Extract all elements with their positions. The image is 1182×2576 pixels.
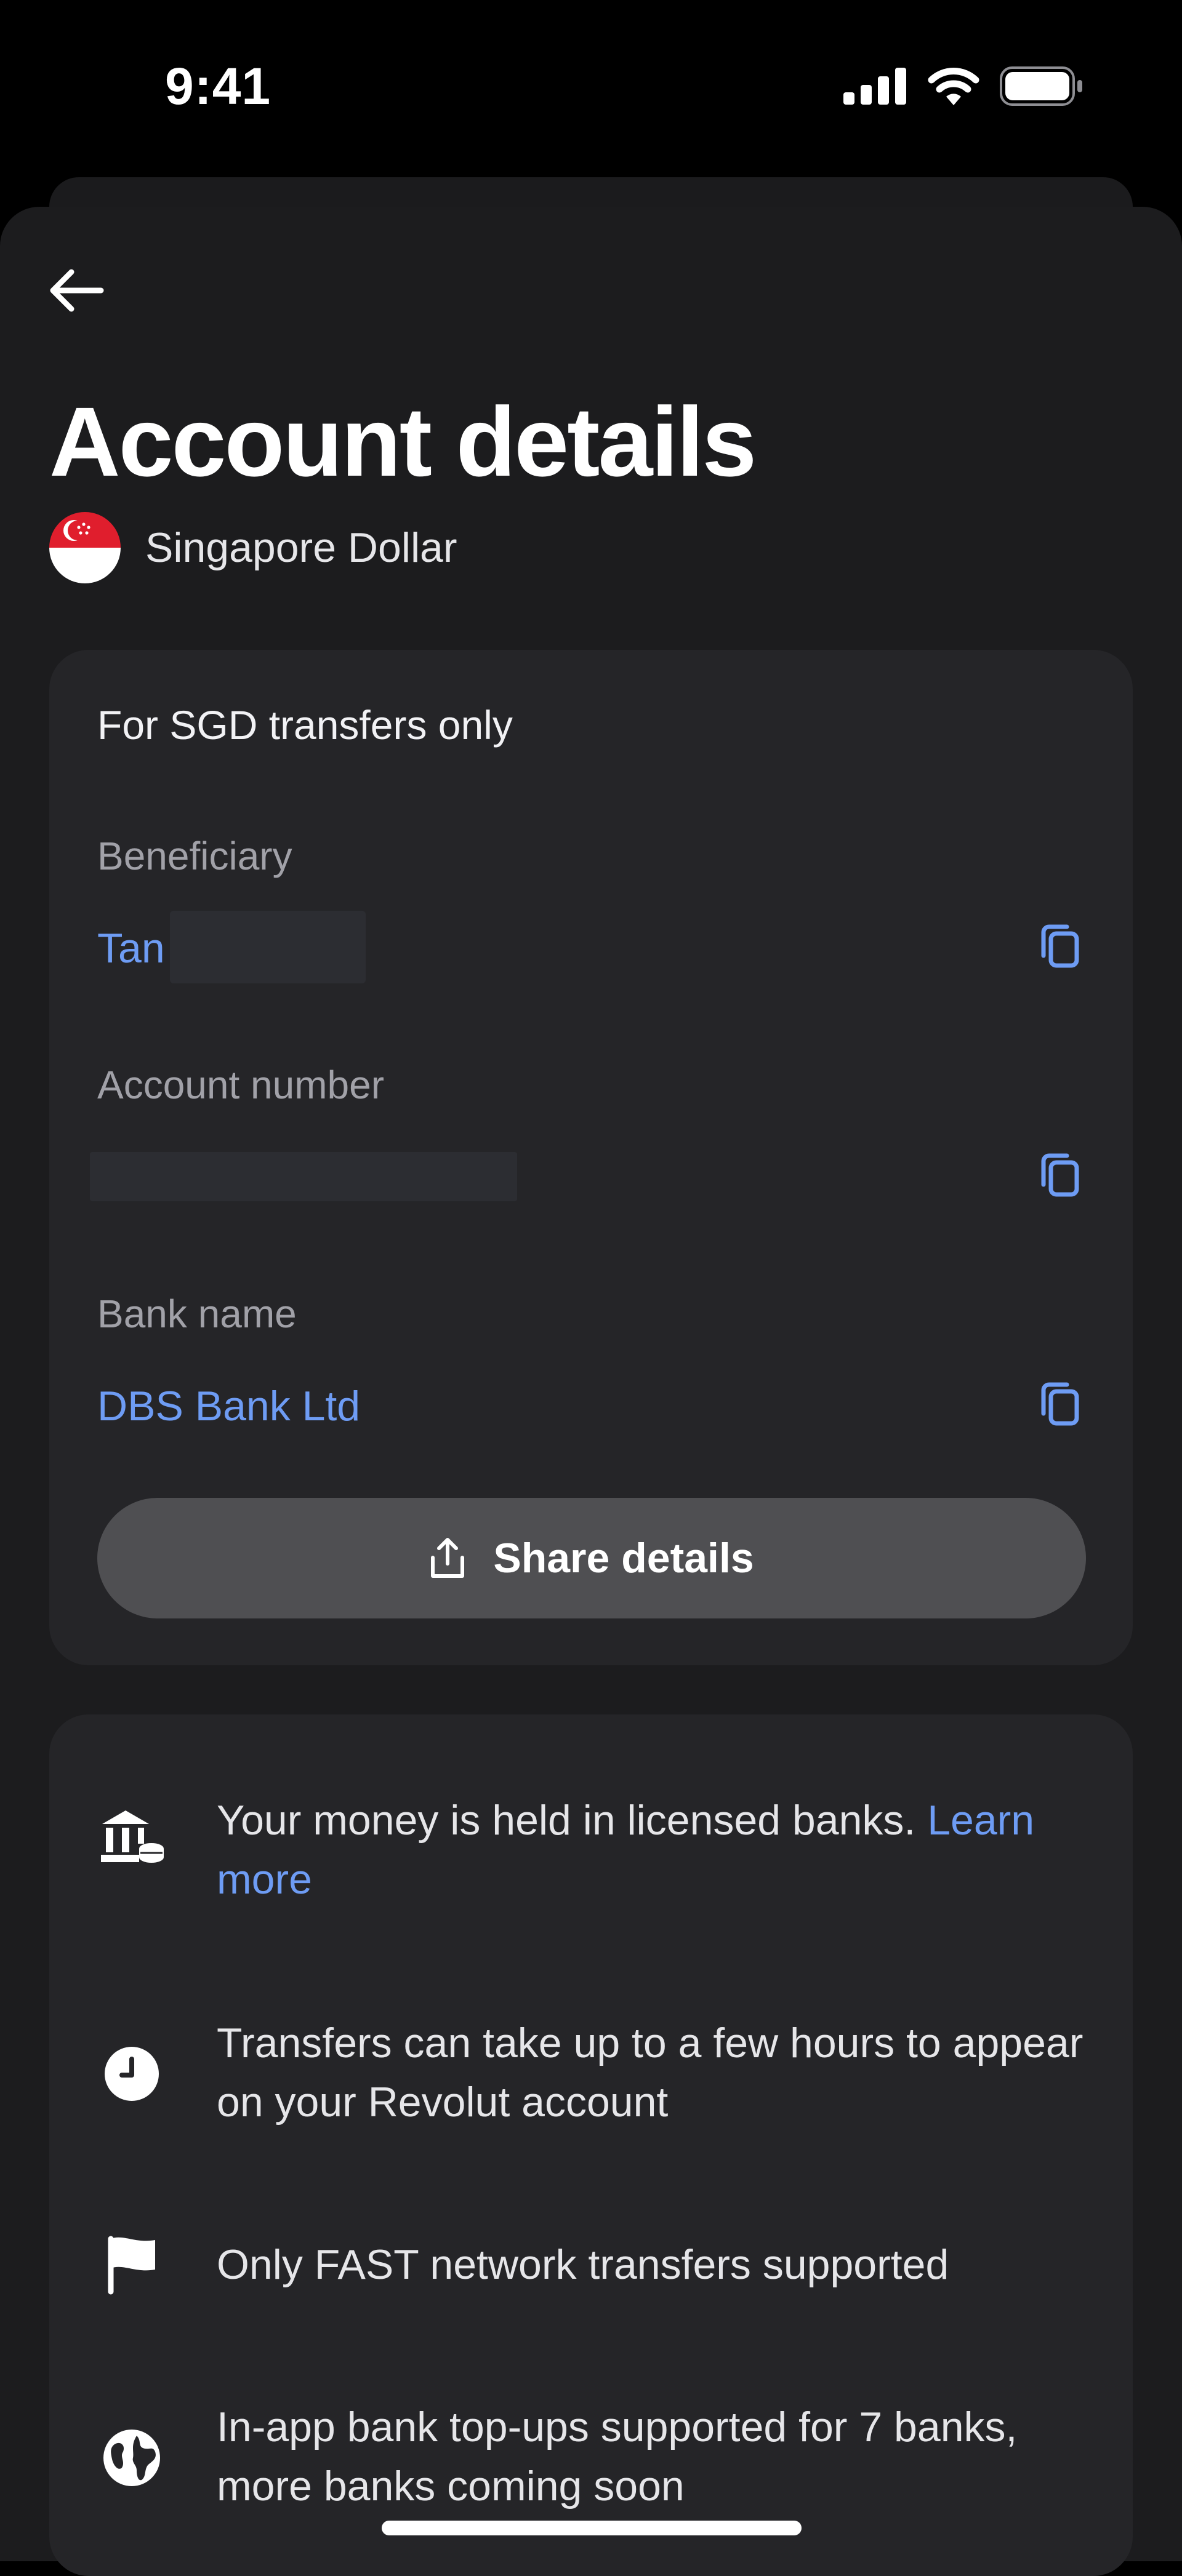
copy-icon xyxy=(1041,1382,1079,1426)
copy-icon xyxy=(1041,924,1079,968)
bank-name-value[interactable]: DBS Bank Ltd xyxy=(97,1382,360,1430)
status-bar: 9:41 xyxy=(0,0,1182,172)
info-card: Your money is held in licensed banks. Le… xyxy=(49,1714,1133,2576)
currency-name: Singapore Dollar xyxy=(145,524,457,571)
copy-bank-name-button[interactable] xyxy=(1029,1374,1091,1435)
account-number-label: Account number xyxy=(97,1063,385,1107)
page-title: Account details xyxy=(49,386,757,497)
battery-icon xyxy=(1000,66,1082,106)
info-text-licensed-banks: Your money is held in licensed banks. xyxy=(217,1797,928,1844)
info-text-bank-top-ups: In-app bank top-ups supported for 7 bank… xyxy=(217,2404,1018,2510)
card-heading: For SGD transfers only xyxy=(97,702,513,748)
singapore-flag-icon xyxy=(49,512,121,583)
cellular-signal-icon xyxy=(843,68,906,105)
share-details-button[interactable]: Share details xyxy=(97,1498,1086,1618)
clock-icon xyxy=(97,2039,166,2108)
share-icon xyxy=(431,1538,465,1578)
copy-icon xyxy=(1041,1153,1079,1197)
info-text-transfer-time: Transfers can take up to a few hours to … xyxy=(217,2020,1084,2126)
currency-row: Singapore Dollar xyxy=(49,512,457,583)
beneficiary-label: Beneficiary xyxy=(97,834,292,878)
status-time: 9:41 xyxy=(165,57,271,115)
share-details-label: Share details xyxy=(493,1535,754,1582)
copy-beneficiary-button[interactable] xyxy=(1029,916,1091,977)
back-button[interactable] xyxy=(44,258,108,322)
redacted-name xyxy=(170,911,366,983)
bank-name-label: Bank name xyxy=(97,1292,297,1336)
copy-account-number-button[interactable] xyxy=(1029,1145,1091,1206)
bank-icon xyxy=(97,1802,166,1871)
status-icons xyxy=(843,64,1084,108)
home-indicator xyxy=(382,2521,802,2535)
flag-icon xyxy=(97,2230,166,2299)
account-details-card: For SGD transfers only Beneficiary Tan A… xyxy=(49,650,1133,1665)
globe-icon xyxy=(97,2423,166,2492)
wifi-icon xyxy=(928,68,979,105)
redacted-account-number xyxy=(90,1152,517,1201)
beneficiary-value[interactable]: Tan xyxy=(97,924,165,972)
arrow-left-icon xyxy=(50,269,104,312)
info-text-fast-network: Only FAST network transfers supported xyxy=(217,2241,949,2288)
info-text: Your money is held in licensed banks. Le… xyxy=(217,1791,1103,1909)
